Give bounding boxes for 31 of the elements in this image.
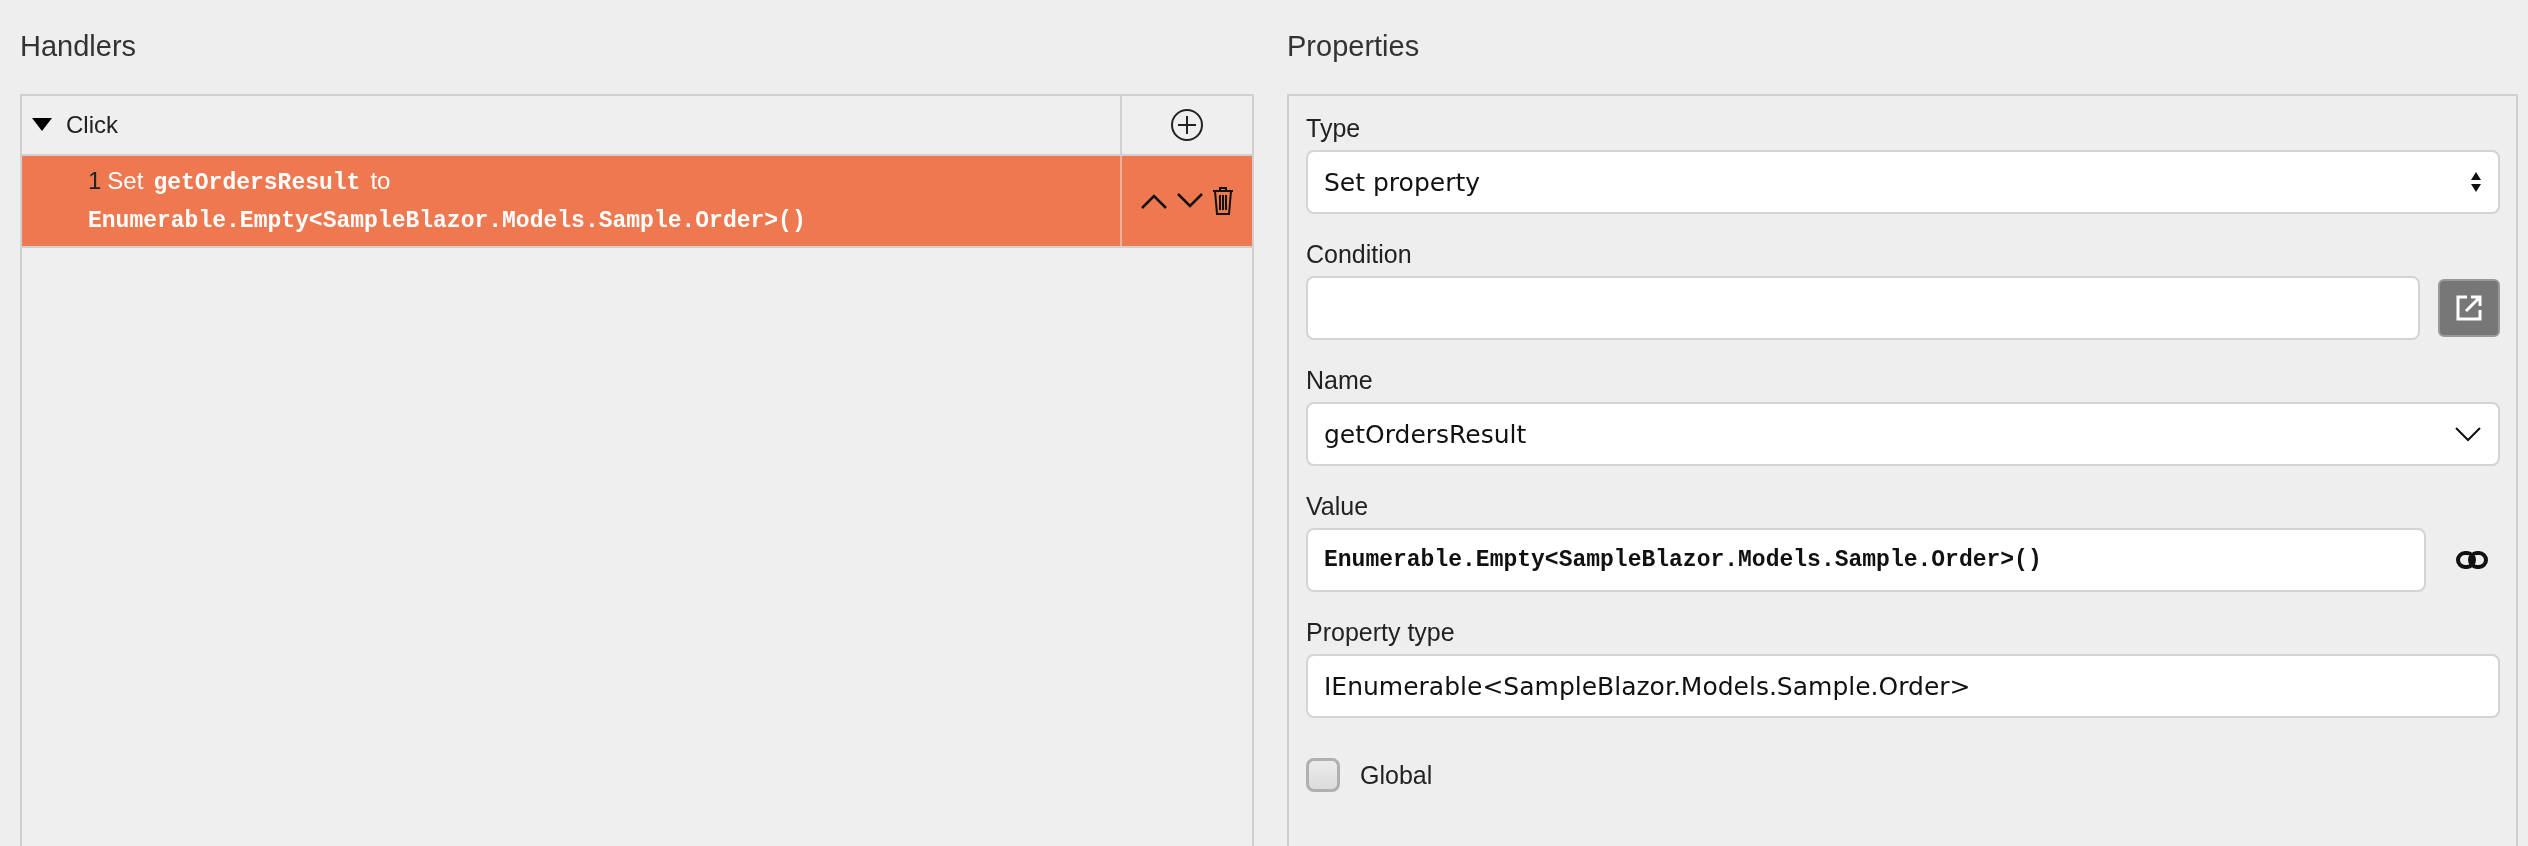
chevron-up-icon[interactable]	[1140, 192, 1168, 210]
field-label: Condition	[1306, 240, 1413, 268]
link-icon[interactable]	[2456, 550, 2488, 570]
field-label: Property type	[1306, 618, 1456, 646]
chevron-down-icon[interactable]	[1176, 192, 1204, 210]
checkbox[interactable]	[1306, 758, 1340, 792]
field-label: Type	[1306, 114, 1362, 142]
open-editor-button[interactable]	[2438, 279, 2500, 337]
event-toggle[interactable]: Click	[32, 111, 118, 139]
action-row[interactable]: 1 Set getOrdersResult to Enumerable.Empty<SampleBlazor.Models.Sample.Order>()	[22, 156, 1252, 248]
panel-title: Properties	[1287, 29, 1421, 64]
up-down-arrows-icon	[2470, 171, 2482, 193]
action-verb: Set	[107, 167, 144, 195]
action-value: Enumerable.Empty<SampleBlazor.Models.Sample.Order>()	[88, 207, 807, 236]
panel-title: Handlers	[20, 29, 138, 64]
trash-icon[interactable]	[1212, 186, 1234, 216]
field-label: Global	[1360, 761, 1433, 789]
triangle-icon	[32, 118, 52, 132]
field-label: Value	[1306, 492, 1370, 520]
input-field[interactable]: IEnumerable<SampleBlazor.Models.Sample.Order>	[1306, 654, 2500, 718]
external-link-icon	[2454, 293, 2484, 323]
action-target: getOrdersResult	[153, 169, 361, 198]
action-number: 1	[88, 167, 102, 195]
chevron-down-icon	[2454, 426, 2482, 442]
input-field[interactable]: Enumerable.Empty<SampleBlazor.Models.Sample.Order>()	[1306, 528, 2426, 592]
action-connector: to	[370, 167, 391, 195]
select-field[interactable]: Set property	[1306, 150, 2500, 214]
dropdown-field[interactable]: getOrdersResult	[1306, 402, 2500, 466]
add-icon[interactable]	[1170, 108, 1204, 142]
input-field[interactable]	[1306, 276, 2420, 340]
field-label: Name	[1306, 366, 1374, 394]
